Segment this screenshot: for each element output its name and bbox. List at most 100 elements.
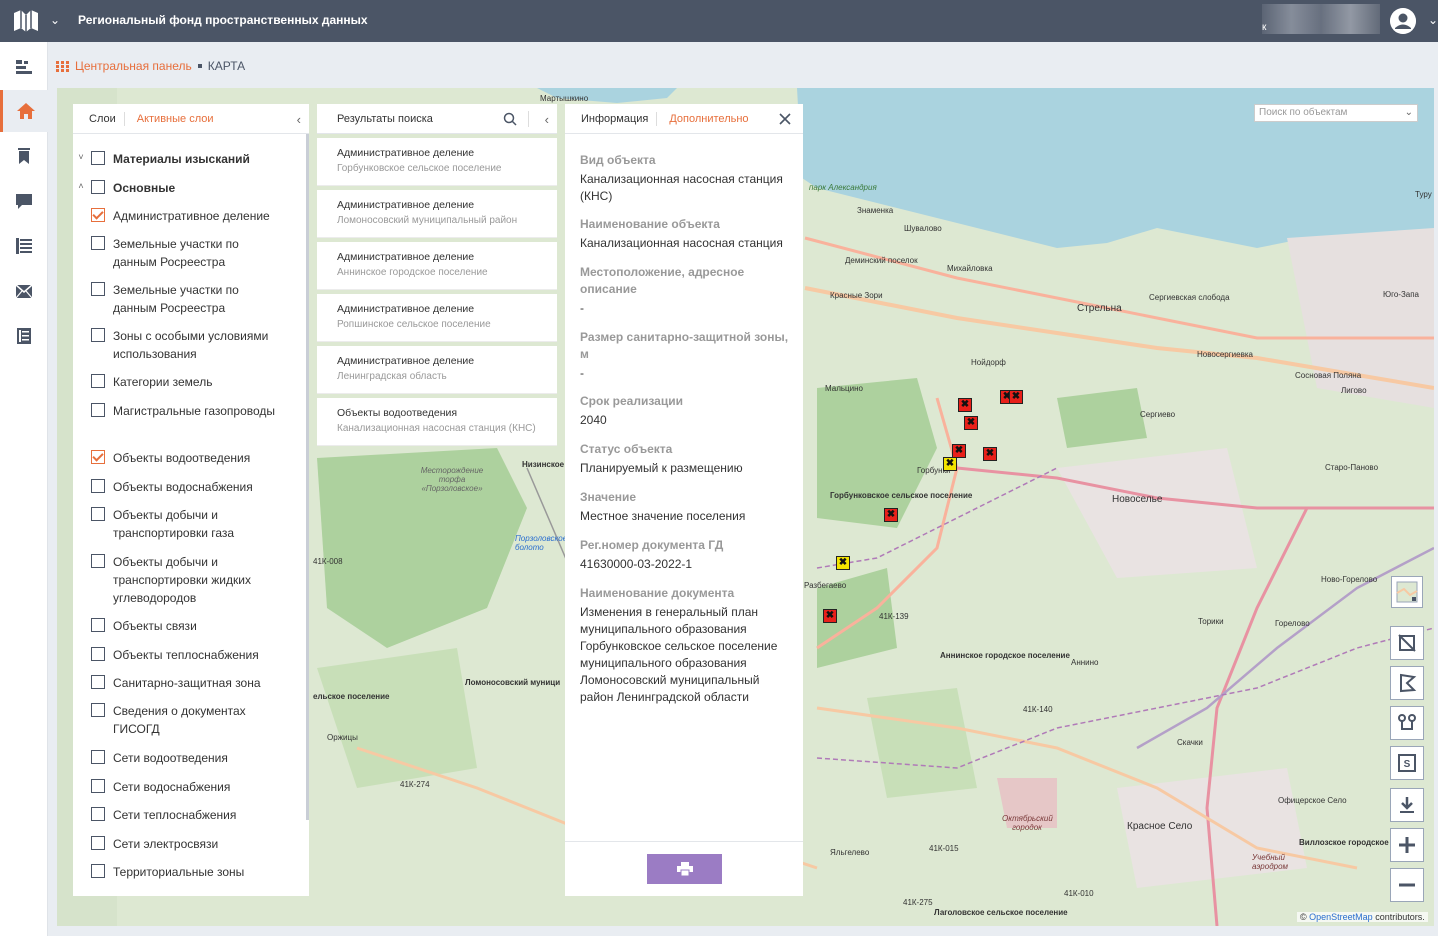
layer-checkbox[interactable]: [91, 374, 105, 388]
sewage-station-marker[interactable]: ✖: [958, 398, 972, 412]
layers-scrollbar[interactable]: [306, 134, 309, 820]
layer-item[interactable]: Объекты теплоснабжения: [73, 646, 305, 664]
layer-group[interactable]: ˅ Материалы изысканий: [73, 150, 305, 168]
message-icon: [16, 194, 32, 209]
user-name-blurred[interactable]: [1262, 4, 1380, 34]
user-avatar-icon[interactable]: [1390, 8, 1416, 34]
layer-checkbox[interactable]: [91, 675, 105, 689]
header-divider: [528, 111, 529, 127]
layer-group[interactable]: ˄ Основные: [73, 179, 305, 197]
tab-active-layers[interactable]: Активные слои: [125, 113, 222, 125]
collapse-panel-icon[interactable]: ‹: [545, 112, 549, 127]
layer-item[interactable]: Сведения о документах ГИСОГД: [73, 702, 305, 738]
layer-checkbox[interactable]: [91, 807, 105, 821]
layer-checkbox[interactable]: [91, 864, 105, 878]
search-result-item[interactable]: Объекты водоотведения Канализационная нас…: [317, 398, 557, 446]
chevron-down-icon[interactable]: ˅: [73, 150, 89, 168]
user-menu-chevron-icon[interactable]: ⌄: [1428, 13, 1438, 27]
sewage-station-marker-selected[interactable]: ✖: [836, 556, 850, 570]
layer-checkbox[interactable]: [91, 647, 105, 661]
layer-item[interactable]: Административное деление: [73, 207, 305, 225]
nav-documents[interactable]: [0, 315, 48, 357]
search-result-item[interactable]: Административное деление Ленинградская об…: [317, 346, 557, 394]
measure-area-button[interactable]: [1390, 666, 1424, 700]
app-menu-chevron-icon[interactable]: ⌄: [50, 13, 60, 27]
layer-checkbox[interactable]: [91, 779, 105, 793]
nav-list[interactable]: [0, 225, 48, 267]
nav-structure[interactable]: [0, 46, 48, 88]
sewage-station-marker[interactable]: ✖: [1009, 390, 1023, 404]
layer-checkbox[interactable]: [91, 703, 105, 717]
zoom-out-button[interactable]: [1390, 868, 1424, 902]
layer-checkbox[interactable]: [91, 479, 105, 493]
layer-item[interactable]: Зоны с особыми условиями использования: [73, 327, 305, 363]
tab-layers[interactable]: Слои: [73, 113, 124, 125]
layer-checkbox[interactable]: [91, 151, 105, 165]
layer-checkbox[interactable]: [91, 836, 105, 850]
basemap-switcher[interactable]: [1391, 576, 1423, 608]
layer-checkbox[interactable]: [91, 403, 105, 417]
breadcrumb-dashboard-link[interactable]: Центральная панель: [75, 59, 192, 73]
route-button[interactable]: [1390, 706, 1424, 740]
layer-item[interactable]: Сети водоотведения: [73, 749, 305, 767]
layer-item[interactable]: Сети электросвязи: [73, 835, 305, 853]
layer-item[interactable]: Объекты водоснабжения: [73, 478, 305, 496]
search-result-item[interactable]: Административное деление Ломоносовский му…: [317, 190, 557, 238]
layer-item[interactable]: Объекты добычи и транспортировки жидких …: [73, 553, 305, 607]
layer-item[interactable]: Категории земель: [73, 373, 305, 391]
layers-toggle-button[interactable]: [1390, 626, 1424, 660]
openstreetmap-link[interactable]: OpenStreetMap: [1309, 912, 1373, 922]
layer-item[interactable]: Объекты водоотведения: [73, 449, 305, 467]
layer-item[interactable]: Объекты добычи и транспортировки газа: [73, 506, 305, 542]
layer-item[interactable]: Территориальные зоны: [73, 863, 305, 881]
layer-checkbox[interactable]: [91, 618, 105, 632]
layer-checkbox[interactable]: [91, 236, 105, 250]
tab-additional[interactable]: Дополнительно: [657, 113, 756, 125]
layer-checkbox[interactable]: [91, 750, 105, 764]
layer-item[interactable]: Сети теплоснабжения: [73, 806, 305, 824]
chevron-up-icon[interactable]: ˄: [73, 179, 89, 197]
area-select-button[interactable]: S: [1390, 746, 1424, 780]
layer-item[interactable]: Земельные участки по данным Росреестра: [73, 281, 305, 317]
zoom-in-button[interactable]: [1390, 828, 1424, 862]
collapse-panel-icon[interactable]: ‹: [297, 112, 301, 127]
print-button[interactable]: [647, 854, 722, 884]
map-label: ельское поселение: [313, 692, 390, 701]
sewage-station-marker[interactable]: ✖: [964, 416, 978, 430]
map-object-search[interactable]: Поиск по объектам ⌄: [1254, 104, 1418, 122]
layer-checkbox[interactable]: [91, 282, 105, 296]
sewage-station-marker[interactable]: ✖: [983, 447, 997, 461]
layer-checkbox[interactable]: [91, 208, 105, 222]
layer-checkbox[interactable]: [91, 450, 105, 464]
nav-mail[interactable]: [0, 270, 48, 312]
layer-item[interactable]: Магистральные газопроводы: [73, 402, 305, 420]
tab-information[interactable]: Информация: [565, 113, 656, 125]
layer-checkbox[interactable]: [91, 328, 105, 342]
download-button[interactable]: [1390, 788, 1424, 822]
close-icon[interactable]: [779, 113, 791, 125]
nav-bookmarks[interactable]: [0, 135, 48, 177]
layer-item[interactable]: Санитарно-защитная зона: [73, 674, 305, 692]
search-icon[interactable]: [503, 112, 517, 126]
nav-messages[interactable]: [0, 180, 48, 222]
layer-item[interactable]: Объекты связи: [73, 617, 305, 635]
sewage-station-marker[interactable]: ✖: [884, 508, 898, 522]
search-result-item[interactable]: Административное деление Горбунковское се…: [317, 138, 557, 186]
layer-item[interactable]: Земельные участки по данным Росреестра: [73, 235, 305, 271]
nav-home[interactable]: [0, 90, 48, 132]
sewage-station-marker[interactable]: ✖: [952, 444, 966, 458]
search-result-item[interactable]: Административное деление Аннинское городс…: [317, 242, 557, 290]
layer-checkbox[interactable]: [91, 554, 105, 568]
sewage-station-marker[interactable]: ✖: [823, 609, 837, 623]
app-logo-icon[interactable]: [12, 7, 40, 35]
sewage-station-marker-selected[interactable]: ✖: [943, 457, 957, 471]
layer-checkbox[interactable]: [91, 507, 105, 521]
layer-checkbox[interactable]: [91, 180, 105, 194]
chevron-down-icon[interactable]: ⌄: [1405, 107, 1413, 118]
map-label: Мальцино: [825, 384, 863, 393]
map-label: Новоселье: [1112, 494, 1163, 505]
layer-item[interactable]: Сети водоснабжения: [73, 778, 305, 796]
search-result-item[interactable]: Административное деление Ропшинское сельс…: [317, 294, 557, 342]
